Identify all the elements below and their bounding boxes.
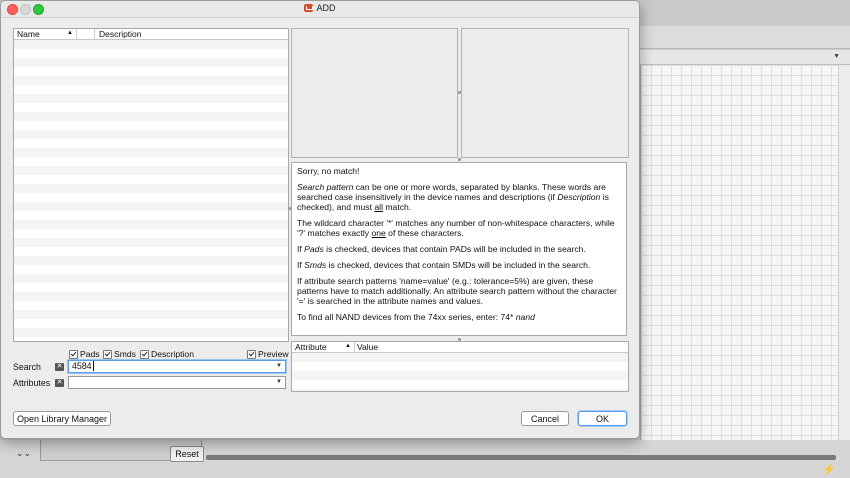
cancel-button[interactable]: Cancel [521,411,569,426]
chevron-down-icon[interactable]: ▼ [833,53,840,60]
column-header-name[interactable]: Name [17,29,40,39]
background-title-strip [640,26,850,49]
chevron-down-icon[interactable]: ▼ [276,377,282,388]
attributes-input[interactable]: ▼ [68,376,286,389]
attribute-table-header: Attribute ▲ Value [292,342,628,353]
attribute-table-rows [292,353,628,391]
text-cursor [92,361,94,371]
attribute-table[interactable]: Attribute ▲ Value [291,341,629,392]
add-dialog: ADD Name ▲ Description Sorry, no match! … [0,0,640,439]
search-label: Search [13,362,41,372]
ok-button[interactable]: OK [578,411,627,426]
vertical-scrollbar[interactable] [838,65,850,455]
schematic-canvas[interactable] [640,65,838,455]
attributes-label: Attributes [13,378,51,388]
column-header-description[interactable]: Description [99,29,142,39]
title-bar: ADD [1,1,639,18]
background-toolbar: ▼ [640,50,850,65]
help-paragraph-smds: If Smds is checked, devices that contain… [297,260,591,270]
column-header-attribute[interactable]: Attribute [295,342,327,352]
column-header-value[interactable]: Value [357,342,378,352]
checkbox-checked-icon[interactable] [247,349,256,359]
help-paragraph-pads: If Pads is checked, devices that contain… [297,244,586,254]
device-list-rows [14,40,288,341]
search-help-text: Sorry, no match! Search pattern can be o… [291,162,627,336]
search-input[interactable]: 4584 ▼ [68,360,286,373]
clear-icon[interactable]: ✕ [55,379,64,387]
pads-checkbox[interactable]: Pads [69,349,100,359]
window-title: ADD [1,3,639,13]
help-paragraph-example: To find all NAND devices from the 74xx s… [297,312,535,322]
description-checkbox[interactable]: Description [140,349,194,359]
preview-checkbox[interactable]: Preview [247,349,289,359]
splitter-handle[interactable] [458,91,461,94]
reset-button[interactable]: Reset [170,446,204,462]
sort-ascending-icon: ▲ [67,30,73,36]
open-library-manager-button[interactable]: Open Library Manager [13,411,111,426]
horizontal-scrollbar[interactable] [206,455,836,460]
checkbox-checked-icon[interactable] [103,349,112,359]
help-paragraph-search-pattern: Search pattern can be one or more words,… [297,182,609,212]
symbol-preview-pane [461,28,629,158]
chevron-down-icon[interactable]: ▼ [276,361,282,372]
package-preview-pane [291,28,458,158]
no-match-message: Sorry, no match! [297,166,360,176]
splitter-handle[interactable] [458,158,461,161]
double-chevron-down-icon[interactable]: ⌄⌄ [16,448,31,459]
clear-icon[interactable]: ✕ [55,363,64,371]
app-icon [304,4,314,12]
checkbox-checked-icon[interactable] [140,349,149,359]
help-paragraph-attributes: If attribute search patterns 'name=value… [297,276,617,306]
smds-checkbox[interactable]: Smds [103,349,136,359]
lightning-icon: ⚡ [822,464,836,476]
help-paragraph-wildcard: The wildcard character '*' matches any n… [297,218,615,238]
device-list[interactable]: Name ▲ Description [13,28,289,342]
checkbox-checked-icon[interactable] [69,349,78,359]
sort-ascending-icon: ▲ [345,343,351,349]
device-list-header: Name ▲ Description [14,29,288,40]
